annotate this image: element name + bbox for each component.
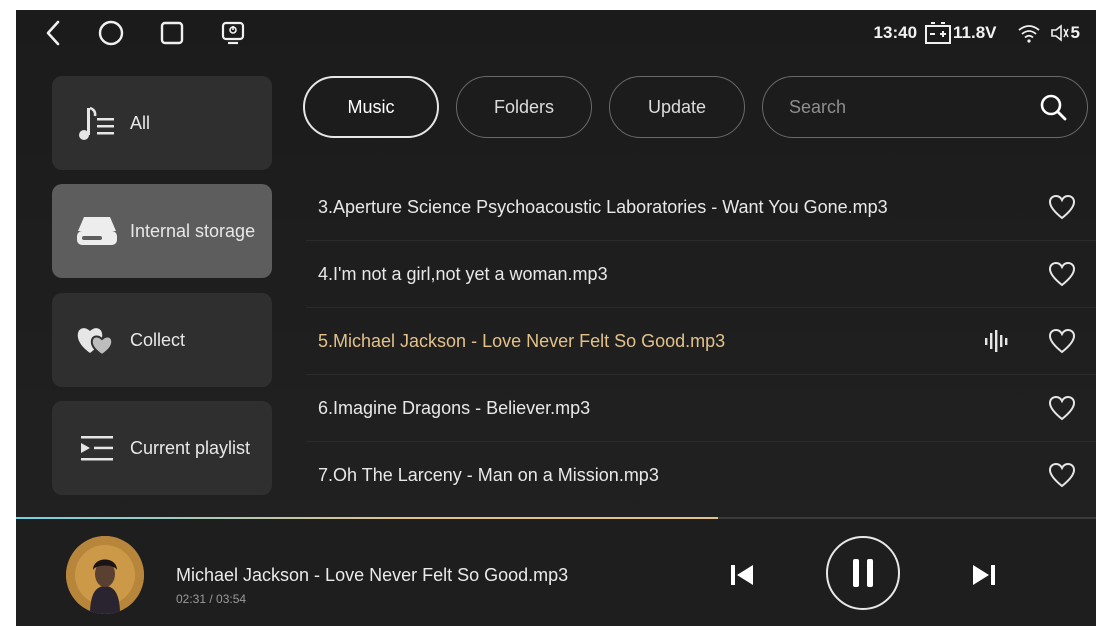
search-box[interactable] (762, 76, 1088, 138)
skip-next-icon (971, 562, 997, 588)
recents-icon[interactable] (157, 18, 187, 48)
song-title: 6.Imagine Dragons - Believer.mp3 (318, 397, 591, 418)
heart-icon[interactable] (1048, 395, 1076, 421)
heart-icon[interactable] (1048, 261, 1076, 287)
sidebar-item-collect[interactable]: Collect (52, 293, 272, 387)
screen-icon[interactable] (218, 18, 248, 48)
volume-icon (1049, 23, 1069, 43)
skip-previous-icon (729, 562, 755, 588)
tab-label: Folders (493, 96, 555, 117)
song-title: 4.I'm not a girl,not yet a woman.mp3 (318, 263, 608, 284)
tab-folders[interactable]: Folders (456, 76, 592, 138)
tab-label: Music (347, 96, 395, 117)
list-item-playing[interactable]: 5.Michael Jackson - Love Never Felt So G… (306, 308, 1096, 375)
screen: 13:40 11.8V 5 All Internal storage Colle… (16, 10, 1096, 626)
sidebar-item-label: Collect (130, 329, 186, 350)
sidebar-item-label: Internal storage (130, 220, 256, 241)
song-list: 3.Aperture Science Psychoacoustic Labora… (306, 174, 1096, 509)
sidebar-item-label: Current playlist (130, 437, 251, 458)
music-list-icon (74, 103, 120, 143)
heart-icon[interactable] (1048, 462, 1076, 488)
now-playing-title: Michael Jackson - Love Never Felt So Goo… (176, 565, 569, 585)
sidebar-item-internal-storage[interactable]: Internal storage (52, 184, 272, 278)
heart-icon[interactable] (1048, 194, 1076, 220)
home-icon[interactable] (96, 18, 126, 48)
battery-icon (925, 22, 952, 44)
clock: 13:40 (873, 23, 918, 42)
player-bar: Michael Jackson - Love Never Felt So Goo… (16, 519, 1096, 626)
playlist-icon (74, 428, 120, 468)
search-icon[interactable] (1039, 93, 1067, 121)
list-item[interactable]: 7.Oh The Larceny - Man on a Mission.mp3 (306, 442, 1096, 509)
sidebar-item-all[interactable]: All (52, 76, 272, 170)
previous-button[interactable] (722, 555, 762, 595)
search-input[interactable] (789, 96, 1039, 118)
heart-icon[interactable] (1048, 328, 1076, 354)
storage-icon (74, 211, 120, 251)
next-button[interactable] (964, 555, 1004, 595)
list-item[interactable]: 4.I'm not a girl,not yet a woman.mp3 (306, 241, 1096, 308)
volume-level: 5 (1070, 23, 1080, 42)
pause-button[interactable] (826, 536, 900, 610)
song-title: 3.Aperture Science Psychoacoustic Labora… (318, 196, 888, 217)
status-bar: 13:40 11.8V 5 (16, 10, 1096, 56)
hearts-icon (74, 320, 120, 360)
pause-icon (850, 558, 876, 588)
voltage-text: 11.8V (953, 23, 997, 42)
list-item[interactable]: 6.Imagine Dragons - Believer.mp3 (306, 375, 1096, 442)
list-item[interactable]: 3.Aperture Science Psychoacoustic Labora… (306, 174, 1096, 241)
album-art[interactable] (66, 536, 144, 614)
now-playing-time: 02:31 / 03:54 (176, 592, 247, 606)
song-title: 7.Oh The Larceny - Man on a Mission.mp3 (318, 465, 659, 485)
sidebar-item-current-playlist[interactable]: Current playlist (52, 401, 272, 495)
tab-update[interactable]: Update (609, 76, 745, 138)
status-indicators: 13:40 11.8V 5 (874, 10, 1080, 56)
tab-label: Update (647, 96, 707, 117)
tab-music[interactable]: Music (303, 76, 439, 138)
equalizer-icon (984, 330, 1012, 352)
song-title: 5.Michael Jackson - Love Never Felt So G… (318, 330, 726, 351)
back-icon[interactable] (38, 18, 68, 48)
wifi-icon (1017, 23, 1041, 43)
sidebar-item-label: All (130, 112, 151, 133)
